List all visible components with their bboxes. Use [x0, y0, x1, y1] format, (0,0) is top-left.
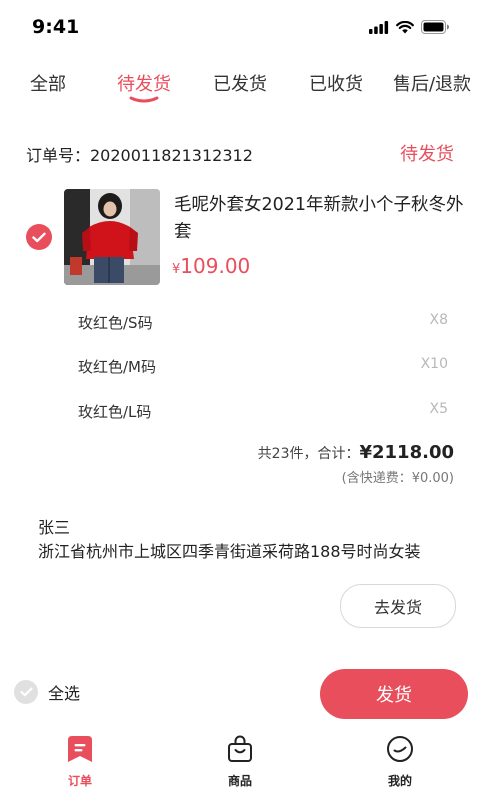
variant-name: 玫红色/M码: [78, 358, 156, 376]
tab-all[interactable]: 全部: [30, 70, 66, 96]
profile-icon: [385, 734, 415, 764]
variant-qty: X10: [420, 356, 448, 372]
select-all-label: 全选: [48, 684, 81, 703]
check-icon: [32, 232, 46, 242]
check-icon: [19, 687, 33, 697]
active-tab-indicator: [129, 96, 159, 103]
tab-received[interactable]: 已收货: [309, 70, 363, 96]
order-number: 订单号：2020011821312312: [26, 146, 253, 165]
status-bar: 9:41: [0, 0, 480, 56]
nav-profile[interactable]: 我的: [360, 734, 440, 789]
recipient-address: 浙江省杭州市上城区四季青街道采荷路188号时尚女装: [38, 542, 421, 561]
nav-label-profile: 我的: [387, 774, 412, 788]
nav-label-products: 商品: [227, 774, 252, 788]
recipient-name: 张三: [38, 518, 71, 537]
order-summary: 共23件，合计：¥2118.00: [258, 442, 454, 463]
variant-qty: X8: [429, 312, 449, 328]
ship-button[interactable]: 发货: [320, 669, 468, 719]
shipping-fee: (含快递费：¥0.00): [341, 471, 454, 486]
variant-qty: X5: [429, 401, 449, 417]
variant-row: 玫红色/L码 X5: [78, 401, 448, 423]
nav-orders[interactable]: 订单: [40, 734, 120, 789]
product-photo: [64, 189, 160, 285]
nav-products[interactable]: 商品: [200, 734, 280, 789]
select-all-toggle[interactable]: 全选: [14, 680, 80, 704]
order-total: ¥2118.00: [359, 442, 454, 463]
signal-icon: [369, 20, 389, 34]
select-all-checkbox[interactable]: [14, 680, 38, 704]
variant-name: 玫红色/S码: [78, 314, 153, 332]
tab-pending-shipment[interactable]: 待发货: [117, 70, 171, 96]
product-image[interactable]: [64, 189, 160, 285]
item-count-text: 共23件，合计：: [257, 446, 360, 462]
bag-icon: [225, 734, 255, 764]
status-time: 9:41: [32, 16, 80, 38]
variant-row: 玫红色/M码 X10: [78, 356, 448, 378]
product-title[interactable]: 毛呢外套女2021年新款小个子秋冬外套: [174, 192, 464, 246]
battery-icon: [421, 20, 449, 34]
bottom-nav: 订单 商品 我的: [0, 730, 480, 800]
go-ship-button[interactable]: 去发货: [340, 584, 456, 628]
status-icons: [369, 20, 450, 34]
nav-label-orders: 订单: [67, 774, 92, 788]
variant-name: 玫红色/L码: [78, 403, 152, 421]
order-icon: [65, 734, 95, 764]
tab-after-sales[interactable]: 售后/退款: [393, 70, 471, 96]
tab-shipped[interactable]: 已发货: [213, 70, 267, 96]
order-header: 订单号：2020011821312312 待发货: [26, 140, 454, 165]
product-price: ¥109.00: [172, 254, 250, 278]
order-status-tabs: 全部 待发货 已发货 已收货 售后/退款: [0, 70, 480, 110]
order-checkbox[interactable]: [26, 224, 52, 250]
price-value: 109.00: [180, 254, 251, 278]
wifi-icon: [396, 20, 414, 33]
variant-row: 玫红色/S码 X8: [78, 312, 448, 334]
order-status-label: 待发货: [400, 144, 454, 165]
